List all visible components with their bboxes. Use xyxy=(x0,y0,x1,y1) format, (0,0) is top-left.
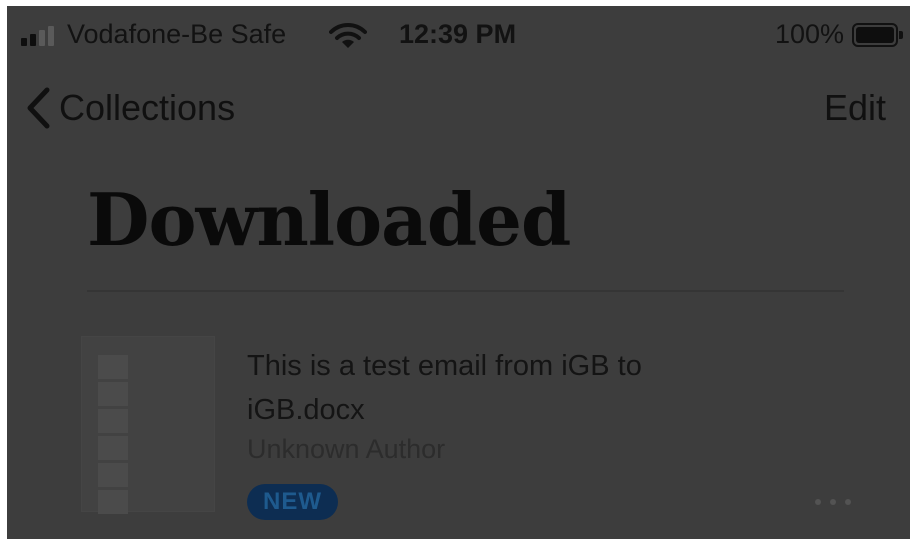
more-options-icon[interactable] xyxy=(807,492,859,512)
signal-icon xyxy=(21,26,61,46)
carrier-name: Vodafone-Be Safe xyxy=(67,19,287,49)
page-title: Downloaded xyxy=(87,177,571,262)
status-time: 12:39 PM xyxy=(399,19,517,49)
navigation-bar: Collections Edit xyxy=(7,78,910,138)
wifi-icon xyxy=(329,22,367,50)
battery-icon xyxy=(852,23,904,47)
new-badge: NEW xyxy=(247,484,338,520)
list-item[interactable]: This is a test email from iGB to iGB.doc… xyxy=(79,334,859,534)
edit-button[interactable]: Edit xyxy=(824,84,886,132)
battery-percentage: 100% xyxy=(774,19,844,49)
document-thumbnail-icon[interactable] xyxy=(81,336,215,514)
back-button[interactable]: Collections xyxy=(25,84,235,132)
title-divider xyxy=(87,290,844,292)
status-bar: Vodafone-Be Safe 12:39 PM 100% xyxy=(7,6,910,62)
document-title[interactable]: This is a test email from iGB to iGB.doc… xyxy=(247,344,767,432)
document-author: Unknown Author xyxy=(247,434,446,464)
app-screen: Vodafone-Be Safe 12:39 PM 100% Collectio… xyxy=(7,6,910,539)
chevron-left-icon xyxy=(27,87,50,129)
back-button-label: Collections xyxy=(59,87,236,128)
